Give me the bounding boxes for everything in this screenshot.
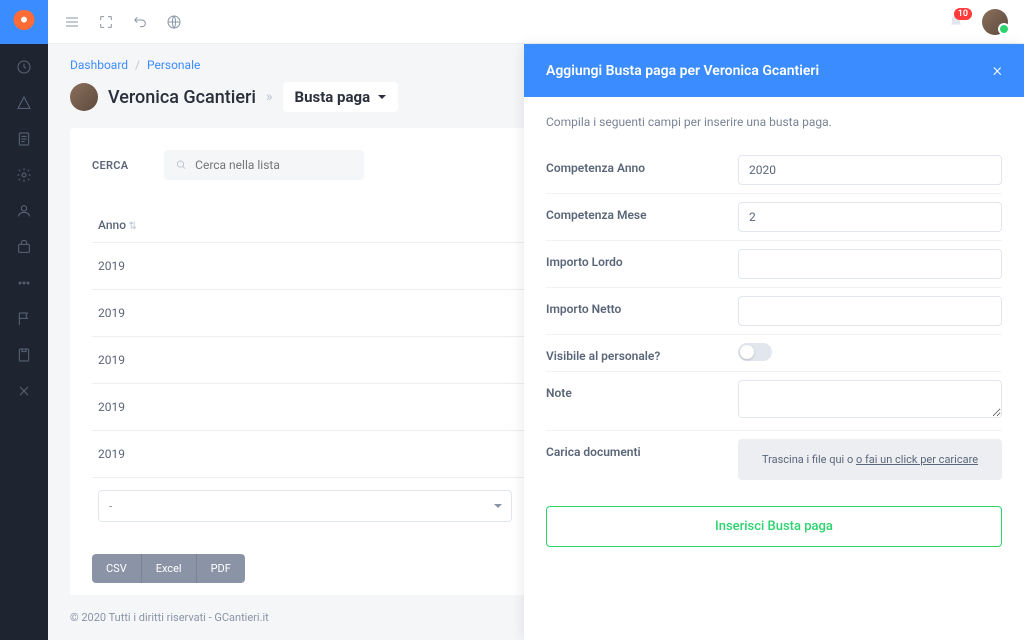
label-note: Note (546, 380, 726, 400)
clock-icon[interactable] (15, 58, 33, 76)
page-title: Veronica Gcantieri (108, 87, 256, 108)
globe-icon[interactable] (166, 14, 182, 30)
file-icon[interactable] (15, 346, 33, 364)
flag-icon[interactable] (15, 310, 33, 328)
menu-icon[interactable] (64, 14, 80, 30)
gear-icon[interactable] (15, 166, 33, 184)
toggle-visibile[interactable] (738, 343, 772, 361)
add-drawer: Aggiungi Busta paga per Veronica Gcantie… (524, 44, 1024, 640)
label-netto: Importo Netto (546, 296, 726, 316)
expand-icon[interactable] (98, 14, 114, 30)
section-dropdown[interactable]: Busta paga (283, 82, 399, 112)
label-carica: Carica documenti (546, 439, 726, 459)
notifications-icon[interactable]: 10 (948, 14, 964, 30)
col-anno[interactable]: Anno (92, 208, 518, 243)
tools-icon[interactable] (15, 382, 33, 400)
export-csv[interactable]: CSV (92, 554, 141, 583)
label-visibile: Visibile al personale? (546, 343, 726, 363)
drawer-title: Aggiungi Busta paga per Veronica Gcantie… (546, 63, 819, 79)
input-netto[interactable] (738, 296, 1002, 326)
search-box[interactable] (164, 150, 364, 180)
search-input[interactable] (195, 158, 352, 172)
input-note[interactable] (738, 380, 1002, 418)
upload-dropzone[interactable]: Trascina i file qui o o fai un click per… (738, 439, 1002, 480)
sidebar (0, 0, 48, 640)
export-excel[interactable]: Excel (141, 554, 196, 583)
input-lordo[interactable] (738, 249, 1002, 279)
submit-button[interactable]: Inserisci Busta paga (546, 506, 1002, 547)
search-label: CERCA (92, 159, 128, 172)
notification-badge: 10 (954, 8, 972, 20)
drawer-subtitle: Compila i seguenti campi per inserire un… (546, 115, 1002, 129)
chevron-icon: » (266, 89, 273, 105)
user-avatar[interactable] (982, 9, 1008, 35)
triangle-icon[interactable] (15, 94, 33, 112)
label-anno: Competenza Anno (546, 155, 726, 175)
breadcrumb-dashboard[interactable]: Dashboard (70, 58, 128, 72)
input-anno[interactable] (738, 155, 1002, 185)
box-icon[interactable] (15, 238, 33, 256)
breadcrumb-personale[interactable]: Personale (147, 58, 200, 72)
dots-icon[interactable] (15, 274, 33, 292)
input-mese[interactable] (738, 202, 1002, 232)
filter-anno[interactable]: - (98, 490, 512, 522)
document-icon[interactable] (15, 130, 33, 148)
user-icon[interactable] (15, 202, 33, 220)
close-icon[interactable]: × (993, 60, 1002, 81)
label-lordo: Importo Lordo (546, 249, 726, 269)
person-avatar (70, 83, 98, 111)
topbar: 10 (48, 0, 1024, 44)
undo-icon[interactable] (132, 14, 148, 30)
logo[interactable] (0, 0, 48, 44)
export-pdf[interactable]: PDF (196, 554, 245, 583)
label-mese: Competenza Mese (546, 202, 726, 222)
